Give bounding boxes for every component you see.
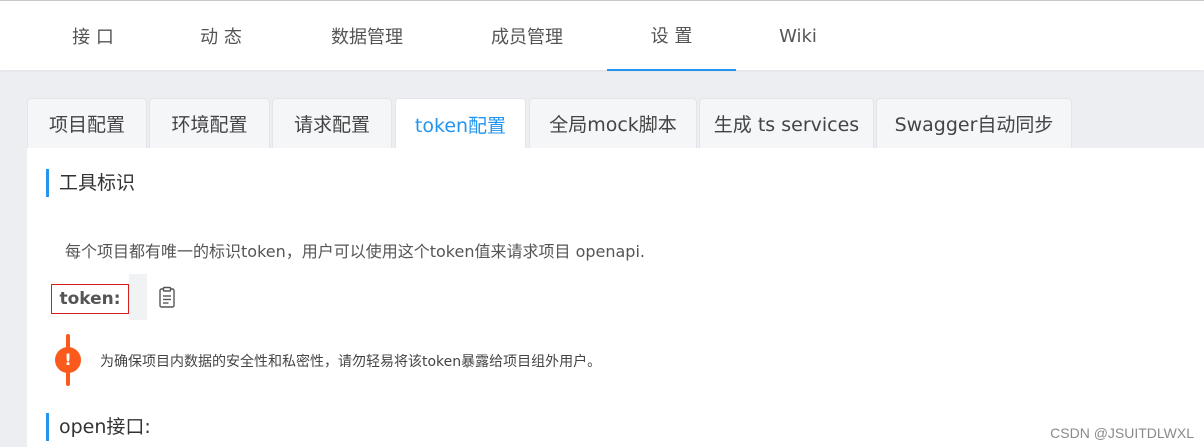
subtab-env-config[interactable]: 环境配置 bbox=[149, 98, 270, 148]
token-value[interactable] bbox=[129, 274, 147, 320]
warning-text: 为确保项目内数据的安全性和私密性，请勿轻易将该token暴露给项目组外用户。 bbox=[100, 354, 602, 370]
topnav-tab-member-management[interactable]: 成员管理 bbox=[474, 1, 580, 71]
subtab-token-config[interactable]: token配置 bbox=[395, 98, 526, 149]
topnav-tab-settings[interactable]: 设 置 bbox=[607, 1, 736, 71]
copy-icon[interactable] bbox=[158, 286, 176, 308]
section-title-tool-identifier: 工具标识 bbox=[46, 169, 135, 197]
subtab-global-mock-script[interactable]: 全局mock脚本 bbox=[529, 98, 697, 148]
topnav-tab-data-management[interactable]: 数据管理 bbox=[314, 1, 420, 71]
token-config-panel: 工具标识 每个项目都有唯一的标识token，用户可以使用这个token值来请求项… bbox=[27, 148, 1204, 447]
warning-icon: ! bbox=[55, 347, 81, 373]
watermark: CSDN @JSUITDLWXL bbox=[1050, 425, 1194, 441]
token-description: 每个项目都有唯一的标识token，用户可以使用这个token值来请求项目 ope… bbox=[65, 242, 645, 261]
subtab-generate-ts-services[interactable]: 生成 ts services bbox=[699, 98, 874, 148]
top-navigation: 接 口 动 态 数据管理 成员管理 设 置 Wiki bbox=[0, 0, 1204, 71]
subtab-project-config[interactable]: 项目配置 bbox=[27, 98, 147, 148]
section-title-open-api: open接口: bbox=[46, 413, 151, 441]
topnav-tab-interface[interactable]: 接 口 bbox=[40, 1, 146, 71]
subtab-swagger-sync[interactable]: Swagger自动同步 bbox=[876, 98, 1072, 148]
warning-indicator: ! bbox=[55, 334, 81, 386]
subtab-request-config[interactable]: 请求配置 bbox=[272, 98, 392, 148]
topnav-tab-wiki[interactable]: Wiki bbox=[745, 1, 851, 71]
token-row: token: bbox=[51, 274, 191, 320]
topnav-tab-activity[interactable]: 动 态 bbox=[168, 1, 274, 71]
token-label: token: bbox=[51, 284, 129, 314]
